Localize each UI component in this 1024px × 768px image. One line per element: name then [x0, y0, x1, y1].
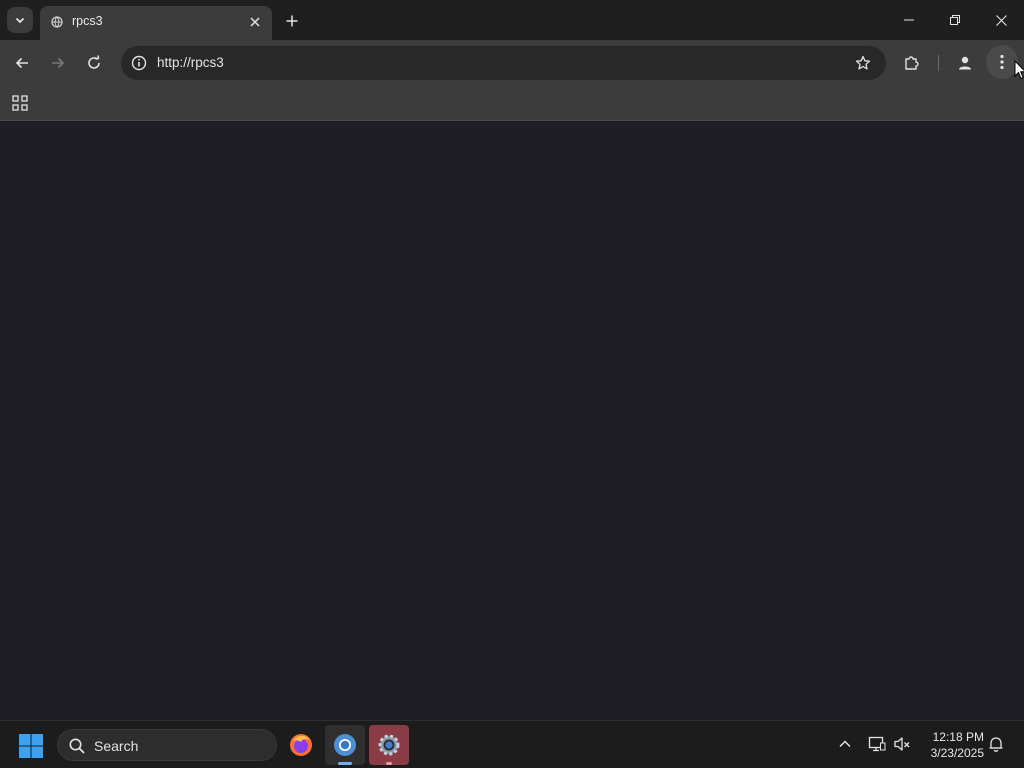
- search-label: Search: [94, 738, 139, 754]
- chevron-up-icon: [839, 740, 851, 748]
- taskbar-firefox[interactable]: [281, 725, 321, 765]
- url-text[interactable]: http://rpcs3: [157, 55, 224, 70]
- tab-strip: rpcs3: [0, 0, 1024, 40]
- minimize-icon: [904, 19, 914, 21]
- network-status-button[interactable]: [866, 733, 888, 755]
- restore-icon: [950, 15, 960, 25]
- clock-date: 3/23/2025: [930, 746, 984, 760]
- window-close-button[interactable]: [978, 0, 1024, 40]
- volume-button[interactable]: [891, 733, 913, 755]
- bell-icon: [989, 737, 1003, 752]
- tab-close-button[interactable]: [246, 13, 264, 31]
- browser-toolbar: http://rpcs3: [0, 40, 1024, 86]
- taskbar-rpcs3[interactable]: [369, 725, 409, 765]
- arrow-right-icon: [52, 57, 65, 69]
- chevron-down-icon: [15, 17, 25, 24]
- puzzle-icon: [905, 56, 919, 70]
- gear-icon: [378, 734, 400, 756]
- page-content: [0, 121, 1024, 720]
- bookmarks-bar: [0, 86, 1024, 121]
- taskbar-chrome[interactable]: [325, 725, 365, 765]
- taskbar: Search 12:18 PM 3/23/2025: [0, 720, 1024, 768]
- taskbar-clock[interactable]: 12:18 PM 3/23/2025: [918, 729, 984, 761]
- more-vertical-icon: [1000, 54, 1004, 70]
- active-indicator: [338, 762, 352, 765]
- clock-time: 12:18 PM: [932, 730, 984, 744]
- star-icon: [855, 55, 871, 70]
- new-tab-button[interactable]: [280, 9, 304, 33]
- apps-button[interactable]: [8, 91, 32, 115]
- firefox-icon: [290, 734, 312, 756]
- start-button[interactable]: [16, 731, 46, 761]
- toolbar-separator: [938, 55, 939, 71]
- close-icon: [995, 14, 1007, 26]
- info-icon: [131, 55, 147, 71]
- plus-icon: [286, 15, 298, 27]
- tab-search-button[interactable]: [7, 7, 33, 33]
- restore-button[interactable]: [932, 0, 978, 40]
- extensions-button[interactable]: [897, 47, 927, 79]
- site-info-button[interactable]: [127, 51, 151, 75]
- running-indicator: [386, 762, 392, 765]
- chrome-icon: [334, 734, 356, 756]
- tab-title: rpcs3: [72, 14, 103, 28]
- windows-logo-icon: [19, 734, 43, 758]
- globe-icon: [51, 16, 63, 28]
- arrow-left-icon: [15, 57, 28, 69]
- address-bar[interactable]: http://rpcs3: [121, 46, 886, 80]
- show-hidden-icons-button[interactable]: [834, 733, 856, 755]
- mouse-cursor-icon: [1014, 60, 1024, 80]
- forward-button[interactable]: [43, 47, 73, 79]
- search-icon: [69, 738, 85, 754]
- close-icon: [250, 17, 260, 27]
- tab-rpcs3[interactable]: rpcs3: [40, 6, 272, 40]
- minimize-button[interactable]: [886, 0, 932, 40]
- network-icon: [868, 736, 886, 752]
- profile-button[interactable]: [950, 47, 980, 79]
- reload-icon: [88, 55, 100, 69]
- reload-button[interactable]: [79, 47, 109, 79]
- bookmark-star-button[interactable]: [852, 52, 874, 74]
- back-button[interactable]: [7, 47, 37, 79]
- notifications-button[interactable]: [985, 733, 1007, 755]
- apps-grid-icon: [12, 95, 28, 111]
- taskbar-search[interactable]: Search: [57, 729, 277, 761]
- volume-muted-icon: [894, 737, 910, 751]
- person-icon: [959, 56, 971, 70]
